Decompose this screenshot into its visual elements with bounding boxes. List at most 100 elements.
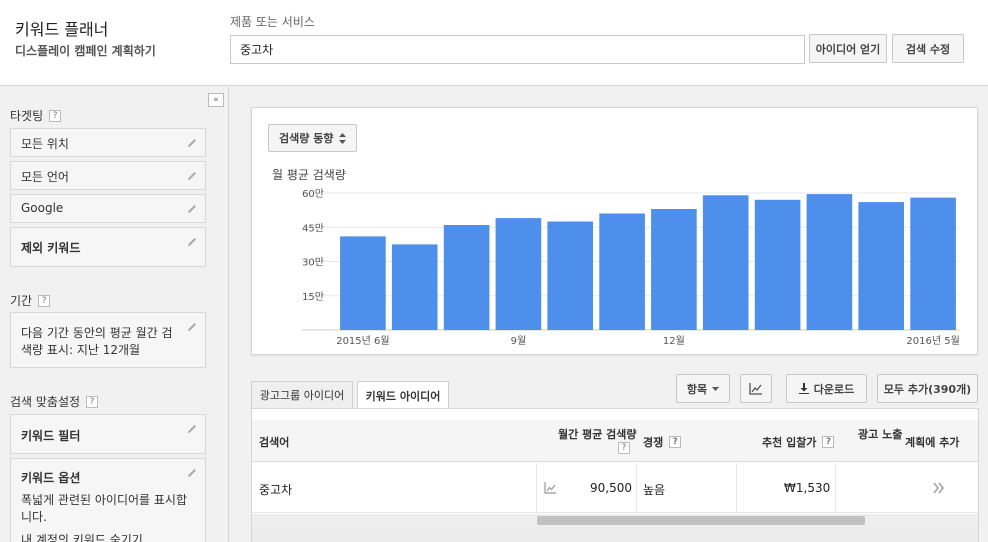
pencil-icon[interactable] [186,467,198,479]
help-icon[interactable]: ? [669,436,682,448]
scrollbar-thumb[interactable] [537,516,865,525]
sidebar-item-label: 제외 키워드 [21,241,81,255]
col-competition-label: 경쟁 [643,436,664,449]
tab-adgroup-ideas[interactable]: 광고그룹 아이디어 [251,381,353,409]
sidebar-item-label: Google [21,201,64,215]
columns-label: 항목 [686,382,708,396]
sidebar-item-negative-keywords[interactable]: 제외 키워드 [10,227,206,267]
chart-bar[interactable] [495,218,542,330]
period-title-label: 기간 [10,294,33,308]
divider [636,463,637,513]
col-impression-share[interactable]: 광고 노출 [858,426,902,442]
col-add-to-plan: 계획에 추가 [905,436,960,449]
y-tick-label: 60만 [302,188,324,200]
sidebar-item-keyword-filter[interactable]: 키워드 필터 [10,414,206,454]
chart-title: 월 평균 검색량 [272,168,346,182]
y-tick-label: 30만 [302,257,324,269]
competition-cell: 높음 [643,483,666,497]
table-header: 검색어 월간 평균 검색량 ? 경쟁 ? 추천 입찰가 ? 광고 노출 계획에 … [252,420,978,462]
chart-bar[interactable] [599,213,645,331]
horizontal-scrollbar[interactable] [252,514,978,527]
keyword-cell: 중고차 [259,483,293,497]
trend-chart-icon[interactable] [544,482,557,494]
pencil-icon[interactable] [186,321,198,333]
add-to-plan-icon[interactable] [933,482,945,494]
app-subtitle: 디스플레이 캠페인 계획하기 [15,44,156,58]
edit-search-button[interactable]: 검색 수정 [892,34,964,63]
chart-card: 15만 30만 45만 60만 2015년 6월 9월 12월 2016년 5월 검색량 동향… [251,107,978,355]
line-chart-icon [749,382,762,395]
match-title: 검색 맞춤설정 ? [10,393,99,410]
chart-bar[interactable] [806,194,853,330]
chart-bar[interactable] [910,197,956,330]
pencil-icon[interactable] [186,203,198,215]
x-tick-label: 9월 [511,335,527,347]
download-icon [798,383,809,394]
help-icon[interactable]: ? [38,294,51,307]
app-title: 키워드 플래너 [15,20,109,39]
keyword-options-title: 키워드 옵션 [21,471,81,485]
pencil-icon[interactable] [186,137,198,149]
chart-bar[interactable] [340,236,386,330]
table-row: 중고차 90,500 높음 ₩1,530 [252,463,978,513]
sidebar-item-location[interactable]: 모든 위치 [10,128,206,157]
pencil-icon[interactable] [186,170,198,182]
sidebar-item-keyword-options[interactable]: 키워드 옵션 폭넓게 관련된 아이디어를 표시합니다. 내 계정의 키워드 숨기… [10,458,206,542]
chart-bar[interactable] [547,221,593,331]
x-tick-label: 2016년 5월 [906,335,959,347]
chart-bar[interactable] [702,195,749,330]
col-suggested-bid-label: 추천 입찰가 [762,436,817,449]
table-footer [252,527,978,542]
targeting-title: 타겟팅 ? [10,107,62,124]
chart-bar[interactable] [754,199,801,330]
search-volume-chart: 15만 30만 45만 60만 2015년 6월 9월 12월 2016년 5월 [302,188,960,347]
columns-button[interactable]: 항목 [676,374,730,403]
chart-type-dropdown[interactable]: 검색량 동향 [268,124,358,152]
pencil-icon[interactable] [186,236,198,248]
chart-bar[interactable] [391,244,438,330]
caret-down-icon [712,386,720,391]
keyword-options-text2: 내 계정의 키워드 숨기기 [21,533,143,542]
divider [835,463,836,513]
x-tick-label: 2015년 6월 [336,335,389,347]
chart-bar[interactable] [651,209,697,330]
help-icon[interactable]: ? [86,395,99,408]
period-title: 기간 ? [10,292,51,309]
y-tick-label: 45만 [302,222,324,234]
chart-bar[interactable] [443,225,490,330]
col-competition[interactable]: 경쟁 ? [643,434,682,450]
col-suggested-bid[interactable]: 추천 입찰가 ? [762,434,835,450]
collapse-sidebar-icon[interactable]: « [208,93,224,107]
updown-arrows-icon [339,132,347,144]
period-text: 다음 기간 동안의 평균 월간 검색량 표시: 지난 12개월 [21,326,173,357]
sidebar-item-language[interactable]: 모든 언어 [10,161,206,190]
pencil-icon[interactable] [186,423,198,435]
sidebar-item-label: 모든 언어 [21,170,69,184]
match-title-label: 검색 맞춤설정 [10,395,81,409]
product-search-input[interactable] [230,35,805,64]
chart-toggle-button[interactable] [740,374,772,403]
help-icon[interactable]: ? [618,442,630,454]
chart-bar[interactable] [858,202,904,330]
header: 키워드 플래너 디스플레이 캠페인 계획하기 제품 또는 서비스 아이디어 얻기… [0,0,988,86]
add-all-button[interactable]: 모두 추가(390개) [877,374,978,403]
keyword-options-text: 폭넓게 관련된 아이디어를 표시합니다. [21,493,188,524]
get-ideas-button[interactable]: 아이디어 얻기 [809,34,887,63]
x-tick-label: 12월 [663,335,685,347]
help-icon[interactable]: ? [822,436,835,448]
sidebar-item-network[interactable]: Google [10,194,206,223]
sidebar-item-period[interactable]: 다음 기간 동안의 평균 월간 검색량 표시: 지난 12개월 [10,312,206,368]
divider [536,463,537,513]
help-icon[interactable]: ? [49,109,62,122]
tab-keyword-ideas[interactable]: 키워드 아이디어 [357,381,449,410]
col-monthly-volume[interactable]: 월간 평균 검색량 [558,426,637,442]
sidebar-item-label: 키워드 필터 [21,429,81,443]
divider [736,463,737,513]
download-button[interactable]: 다운로드 [786,374,867,403]
col-keyword[interactable]: 검색어 [259,434,289,450]
volume-cell: 90,500 [590,481,632,495]
chart-type-label: 검색량 동향 [279,132,334,145]
y-tick-label: 15만 [302,291,324,303]
keyword-ideas-table: 검색어 월간 평균 검색량 ? 경쟁 ? 추천 입찰가 ? 광고 노출 계획에 … [251,408,979,542]
search-label: 제품 또는 서비스 [230,15,315,29]
